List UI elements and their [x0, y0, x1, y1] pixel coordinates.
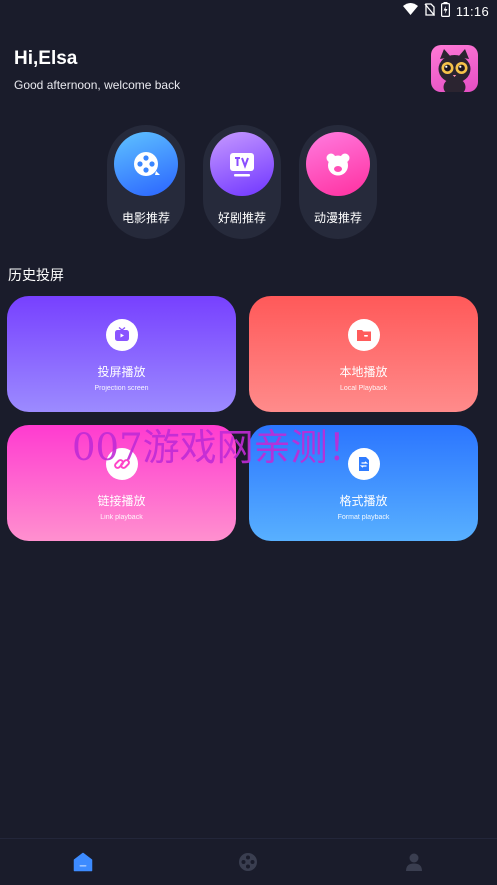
card-title: 链接播放 [97, 494, 146, 508]
category-label: 电影推荐 [121, 211, 170, 225]
card-projection-play[interactable]: 投屏播放 Projection screen [7, 296, 236, 412]
status-bar: 11:16 [0, 0, 497, 22]
tv-icon [230, 153, 254, 177]
cast-tv-icon [114, 326, 129, 341]
app-screen: 11:16 Hi,Elsa Good afternoon, welcome ba… [0, 0, 497, 885]
category-label: 动漫推荐 [313, 211, 362, 225]
card-subtitle: Local Playback [339, 385, 388, 392]
category-movie[interactable]: 电影推荐 [107, 125, 185, 239]
card-icon-circle [105, 448, 138, 480]
card-title: 格式播放 [339, 494, 388, 508]
card-title: 投屏播放 [97, 365, 146, 379]
card-subtitle: Format playback [337, 514, 390, 521]
card-subtitle: Link playback [100, 514, 143, 521]
card-icon-circle [347, 319, 380, 351]
greeting-title: Hi,Elsa [14, 48, 78, 69]
no-sim-icon [424, 2, 435, 20]
folder-icon [356, 330, 371, 341]
category-icon-circle [210, 132, 274, 196]
greeting-subtitle: Good afternoon, welcome back [14, 78, 181, 92]
link-icon [113, 459, 130, 469]
status-time: 11:16 [455, 3, 489, 19]
card-icon-circle [105, 319, 138, 351]
film-reel-icon [134, 152, 160, 176]
battery-charging-icon [440, 1, 450, 21]
card-format-play[interactable]: 格式播放 Format playback [249, 425, 478, 541]
wifi-icon [402, 3, 418, 19]
film-reel-icon [239, 853, 257, 871]
card-icon-circle [347, 448, 380, 480]
category-icon-circle [114, 132, 178, 196]
bear-icon [326, 153, 350, 176]
bottom-nav [0, 838, 497, 885]
category-label: 好剧推荐 [217, 211, 266, 225]
avatar[interactable] [431, 45, 478, 92]
card-title: 本地播放 [339, 365, 388, 379]
category-anime[interactable]: 动漫推荐 [299, 125, 377, 239]
home-icon [73, 852, 93, 872]
card-local-play[interactable]: 本地播放 Local Playback [249, 296, 478, 412]
nav-profile[interactable] [403, 851, 425, 873]
category-icon-circle [306, 132, 370, 196]
card-subtitle: Projection screen [94, 385, 149, 392]
nav-films[interactable] [237, 851, 259, 873]
history-section-title: 历史投屏 [8, 268, 64, 284]
card-link-play[interactable]: 链接播放 Link playback [7, 425, 236, 541]
nav-home[interactable] [72, 851, 94, 873]
category-tv-series[interactable]: 好剧推荐 [203, 125, 281, 239]
file-convert-icon [358, 457, 369, 471]
user-icon [406, 853, 422, 871]
cat-avatar-icon [438, 49, 471, 92]
